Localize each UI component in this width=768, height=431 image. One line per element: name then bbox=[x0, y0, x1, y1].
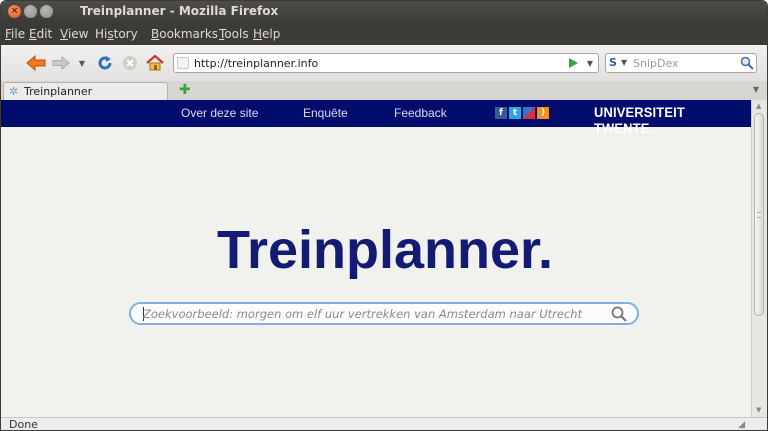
status-bar: Done ◢ bbox=[1, 417, 767, 431]
menu-view[interactable]: View bbox=[60, 27, 88, 41]
query-search-icon[interactable] bbox=[611, 306, 627, 325]
back-arrow-icon bbox=[26, 55, 46, 71]
tab-treinplanner[interactable]: ✲ Treinplanner bbox=[3, 82, 168, 100]
search-engine-icon[interactable]: S bbox=[609, 56, 617, 69]
search-magnifier-icon[interactable] bbox=[740, 56, 754, 73]
tab-label: Treinplanner bbox=[24, 85, 93, 98]
stop-button[interactable] bbox=[121, 54, 139, 72]
stop-icon bbox=[123, 56, 137, 70]
delicious-icon[interactable] bbox=[523, 107, 535, 119]
navigation-toolbar: ▼ ▼ S ▼ bbox=[1, 45, 767, 82]
scroll-down-icon[interactable]: ▼ bbox=[756, 406, 761, 414]
social-icons: f t ) bbox=[495, 107, 549, 119]
menu-help[interactable]: Help bbox=[253, 27, 280, 41]
forward-button[interactable] bbox=[51, 54, 71, 72]
tab-favicon-icon: ✲ bbox=[9, 85, 19, 98]
journey-query-input[interactable] bbox=[143, 306, 603, 322]
scroll-up-icon[interactable]: ▲ bbox=[756, 102, 761, 110]
nav-link-over-deze-site[interactable]: Over deze site bbox=[181, 106, 258, 120]
reload-icon bbox=[98, 56, 112, 70]
menu-tools[interactable]: Tools bbox=[219, 27, 249, 41]
scrollbar-thumb[interactable] bbox=[754, 113, 764, 316]
window-title: Treinplanner - Mozilla Firefox bbox=[80, 4, 279, 18]
rss-icon[interactable]: ) bbox=[537, 107, 549, 119]
url-history-dropdown-icon[interactable]: ▼ bbox=[587, 59, 593, 68]
journey-query-box[interactable] bbox=[129, 302, 639, 325]
new-tab-button[interactable]: ✚ bbox=[179, 83, 191, 97]
minimize-window-button[interactable] bbox=[24, 5, 37, 18]
vertical-scrollbar[interactable]: ▲ ▼ bbox=[751, 100, 767, 417]
title-bar: × Treinplanner - Mozilla Firefox bbox=[1, 1, 767, 23]
menu-bookmarks[interactable]: Bookmarks bbox=[151, 27, 218, 41]
university-logo[interactable]: UNIVERSITEIT TWENTE. bbox=[594, 104, 738, 136]
search-input[interactable] bbox=[633, 55, 737, 71]
tab-list-dropdown-icon[interactable]: ▼ bbox=[753, 85, 759, 94]
facebook-icon[interactable]: f bbox=[495, 107, 507, 119]
history-dropdown-button[interactable]: ▼ bbox=[77, 54, 87, 72]
twitter-icon[interactable]: t bbox=[509, 107, 521, 119]
thumb-grip-icon bbox=[757, 212, 761, 218]
home-button[interactable] bbox=[146, 54, 164, 72]
menu-edit[interactable]: Edit bbox=[29, 27, 52, 41]
tab-bar: ✲ Treinplanner ✚ ▼ bbox=[1, 81, 767, 101]
menu-file[interactable]: File bbox=[5, 27, 25, 41]
close-window-button[interactable]: × bbox=[8, 5, 21, 18]
status-text: Done bbox=[9, 418, 38, 431]
menu-history[interactable]: History bbox=[95, 27, 138, 41]
menu-bar: File Edit View History Bookmarks Tools H… bbox=[1, 23, 767, 45]
resize-grip-icon[interactable]: ◢ bbox=[738, 420, 745, 430]
site-header: Over deze site Enquête Feedback f t ) UN… bbox=[1, 100, 751, 136]
url-bar[interactable]: ▼ bbox=[173, 53, 599, 73]
page-content: Over deze site Enquête Feedback f t ) UN… bbox=[1, 100, 751, 417]
search-engine-dropdown-icon[interactable]: ▼ bbox=[621, 58, 627, 67]
back-button[interactable] bbox=[25, 54, 47, 72]
search-bar[interactable]: S ▼ bbox=[605, 53, 757, 73]
page-title: Treinplanner. bbox=[216, 220, 554, 280]
maximize-window-button[interactable] bbox=[40, 5, 53, 18]
nav-link-enquete[interactable]: Enquête bbox=[303, 106, 348, 120]
home-icon bbox=[146, 55, 164, 71]
browser-window: × Treinplanner - Mozilla Firefox File Ed… bbox=[0, 0, 768, 431]
url-input[interactable] bbox=[194, 55, 574, 71]
reload-button[interactable] bbox=[96, 54, 114, 72]
go-arrow-icon[interactable] bbox=[569, 58, 578, 68]
nav-link-feedback[interactable]: Feedback bbox=[394, 106, 447, 120]
site-identity-icon[interactable] bbox=[177, 57, 189, 69]
forward-arrow-icon bbox=[52, 56, 70, 70]
